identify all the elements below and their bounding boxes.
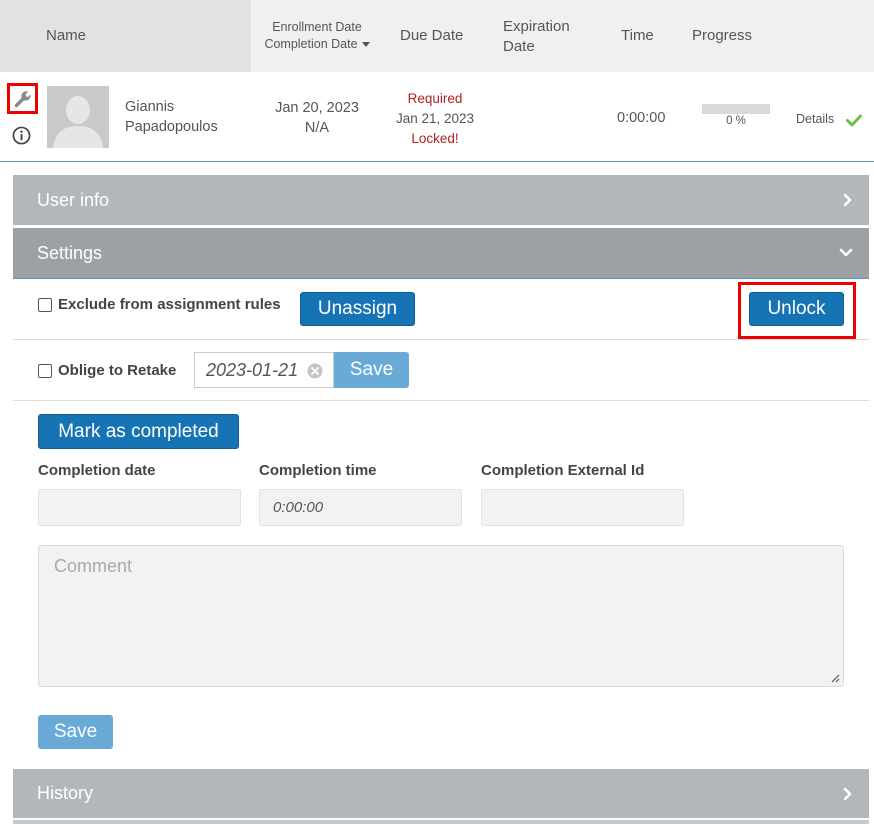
user-name[interactable]: Giannis Papadopoulos bbox=[125, 97, 218, 137]
completion-date-input[interactable] bbox=[38, 489, 241, 526]
comment-textarea[interactable]: Comment bbox=[38, 545, 844, 687]
time-value: 0:00:00 bbox=[617, 110, 666, 126]
progress-bar bbox=[702, 104, 770, 114]
unlock-button[interactable]: Unlock bbox=[749, 292, 844, 326]
column-header-time[interactable]: Time bbox=[621, 26, 654, 46]
oblige-checkbox[interactable] bbox=[38, 363, 52, 378]
exclude-checkbox[interactable] bbox=[38, 297, 52, 312]
chevron-right-icon bbox=[843, 787, 852, 800]
column-header-completion-date: Completion Date bbox=[258, 36, 376, 53]
user-first-name: Giannis bbox=[125, 99, 175, 115]
column-header-name[interactable]: Name bbox=[46, 26, 86, 46]
clear-icon[interactable] bbox=[307, 363, 323, 379]
column-header-expiration-date[interactable]: Expiration Date bbox=[503, 17, 570, 57]
wrench-highlight-box[interactable] bbox=[7, 83, 38, 114]
resize-handle-icon[interactable] bbox=[830, 673, 840, 683]
divider bbox=[13, 400, 869, 401]
sort-caret-icon bbox=[361, 42, 370, 48]
details-link[interactable]: Details bbox=[796, 112, 834, 126]
panel-user-info-header[interactable]: User info bbox=[13, 175, 869, 225]
column-header-dates[interactable]: Enrollment Date Completion Date bbox=[258, 19, 376, 53]
completion-time-input[interactable]: 0:00:00 bbox=[259, 489, 462, 526]
panel-settings-header[interactable]: Settings bbox=[13, 228, 869, 278]
avatar bbox=[47, 86, 109, 148]
unassign-button[interactable]: Unassign bbox=[300, 292, 415, 326]
mark-completed-button[interactable]: Mark as completed bbox=[38, 414, 239, 449]
due-status-required: Required bbox=[407, 91, 463, 106]
column-header-expiration-line1: Expiration bbox=[503, 18, 570, 35]
exclude-label: Exclude from assignment rules bbox=[58, 296, 281, 313]
due-date-value: Jan 21, 2023 bbox=[395, 111, 475, 126]
panel-history-header[interactable]: History bbox=[13, 769, 869, 818]
completion-external-id-input[interactable] bbox=[481, 489, 684, 526]
wrench-icon[interactable] bbox=[13, 89, 33, 109]
comment-placeholder: Comment bbox=[54, 556, 133, 576]
user-last-name: Papadopoulos bbox=[125, 119, 218, 135]
completion-date-value: N/A bbox=[304, 120, 330, 136]
oblige-label: Oblige to Retake bbox=[58, 362, 177, 379]
column-header-expiration-line2: Date bbox=[503, 38, 535, 55]
next-panel-edge bbox=[13, 820, 869, 824]
panel-settings-title: Settings bbox=[37, 242, 103, 263]
chevron-right-icon bbox=[843, 193, 852, 207]
exclude-option[interactable]: Exclude from assignment rules bbox=[38, 296, 281, 313]
chevron-down-icon bbox=[839, 248, 853, 257]
enrollment-date-value: Jan 20, 2023 bbox=[275, 100, 359, 116]
retake-date-input[interactable]: 2023-01-21 bbox=[194, 352, 334, 388]
retake-date-value: 2023-01-21 bbox=[206, 359, 299, 380]
dates-cell: Jan 20, 2023 N/A bbox=[262, 98, 372, 138]
column-header-due-date[interactable]: Due Date bbox=[400, 26, 463, 46]
completion-external-id-label: Completion External Id bbox=[481, 462, 645, 479]
column-header-enrollment-date: Enrollment Date bbox=[272, 20, 362, 34]
avatar-silhouette-icon bbox=[47, 86, 109, 148]
name-column-header-bg bbox=[0, 0, 251, 72]
column-header-progress[interactable]: Progress bbox=[692, 26, 752, 46]
completion-date-label: Completion date bbox=[38, 462, 156, 479]
lock-status: Locked! bbox=[411, 131, 459, 146]
completion-time-label: Completion time bbox=[259, 462, 377, 479]
divider bbox=[13, 339, 869, 340]
panel-history-title: History bbox=[37, 783, 94, 803]
save-button[interactable]: Save bbox=[38, 715, 113, 749]
info-icon[interactable] bbox=[12, 126, 31, 145]
progress-percent: 0 % bbox=[726, 115, 746, 127]
panel-user-info-title: User info bbox=[37, 189, 110, 210]
oblige-option[interactable]: Oblige to Retake bbox=[38, 362, 176, 379]
check-icon[interactable] bbox=[846, 114, 862, 127]
save-retake-button[interactable]: Save bbox=[334, 352, 409, 388]
due-date-cell: Required Jan 21, 2023 Locked! bbox=[385, 89, 485, 149]
